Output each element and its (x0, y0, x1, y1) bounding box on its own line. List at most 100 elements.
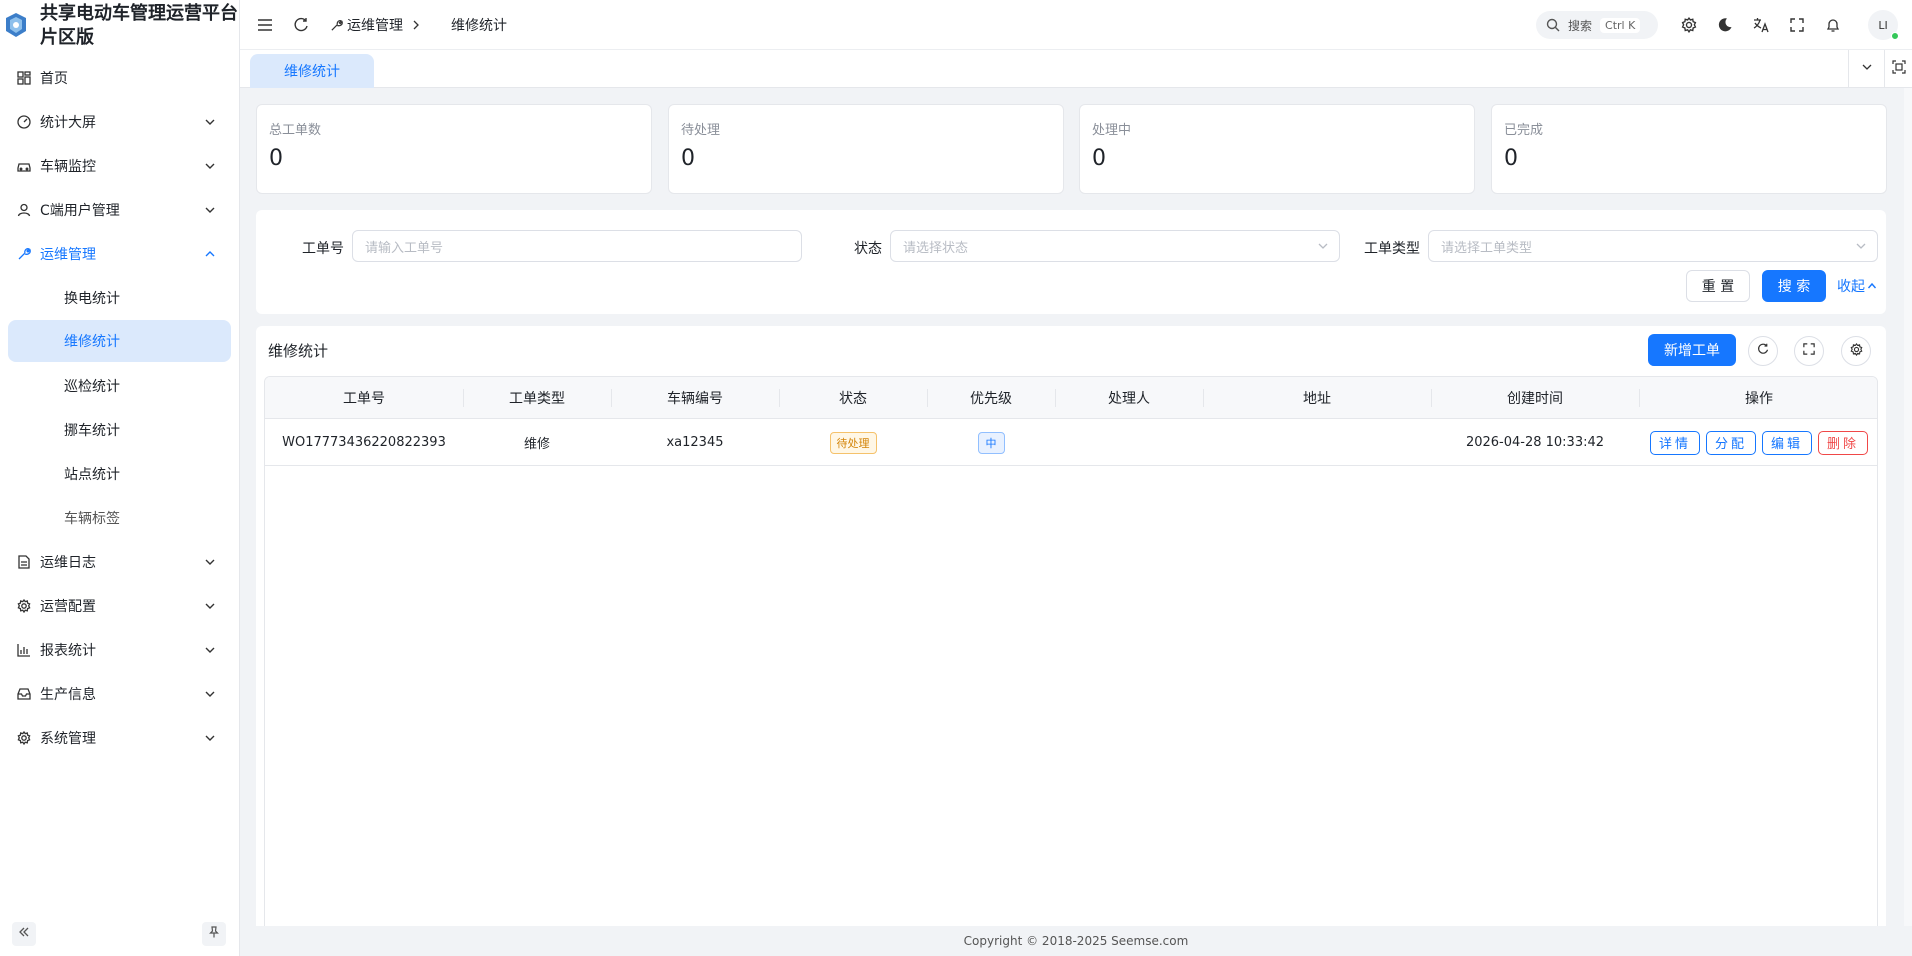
cell-order-type: 维修 (523, 437, 550, 452)
stat-value: 0 (1504, 146, 1518, 171)
stat-label: 待处理 (681, 123, 721, 138)
top-header: 运维管理 维修统计 搜索 Ctrl K LI (240, 0, 1912, 50)
cell-order-no: WO17773436220822393 (282, 435, 446, 450)
column-header: 地址 (1303, 391, 1331, 407)
column-header: 车辆编号 (667, 391, 723, 407)
sidebar-subitem-label: 站点统计 (64, 467, 120, 483)
translate-icon[interactable] (1752, 16, 1770, 34)
double-chevron-left-icon (18, 926, 30, 942)
sidebar-item-ops-log[interactable]: 运维日志 (0, 540, 239, 584)
sidebar-item-label: 运营配置 (40, 599, 96, 615)
order-type-placeholder: 请选择工单类型 (1441, 240, 1533, 256)
table-title: 维修统计 (268, 342, 329, 360)
dark-mode-icon[interactable] (1716, 16, 1734, 34)
chevron-down-icon (203, 115, 217, 129)
sidebar-item-label: 首页 (40, 71, 68, 87)
tab-dropdown-button[interactable] (1848, 50, 1884, 88)
table-fullscreen-button[interactable] (1794, 336, 1824, 366)
stat-label: 处理中 (1092, 123, 1132, 138)
chevron-down-icon (203, 203, 217, 217)
search-button[interactable]: 搜 索 (1762, 270, 1826, 302)
page-scrollbar[interactable] (1904, 88, 1912, 926)
edit-button[interactable]: 编辑 (1762, 430, 1813, 455)
sidebar-footer (0, 916, 240, 956)
column-header: 工单类型 (509, 391, 565, 407)
chevron-down-icon (203, 159, 217, 173)
order-no-placeholder: 请输入工单号 (365, 240, 444, 256)
breadcrumb-parent[interactable]: 运维管理 (347, 15, 403, 35)
stat-card-processing: 处理中 0 (1079, 104, 1475, 194)
pin-sidebar-button[interactable] (202, 922, 226, 946)
add-order-button[interactable]: 新增工单 (1648, 334, 1736, 366)
chevron-up-icon (203, 247, 217, 261)
sidebar-item-home[interactable]: 首页 (0, 56, 239, 100)
cell-status: 待处理 (779, 419, 927, 466)
detail-button[interactable]: 详情 (1649, 430, 1700, 455)
wrench-icon (330, 19, 343, 32)
order-type-select[interactable]: 请选择工单类型 (1428, 230, 1878, 262)
sidebar-subitem-battery-swap[interactable]: 换电统计 (0, 276, 239, 320)
sidebar-subitem-station[interactable]: 站点统计 (0, 452, 239, 496)
reset-button[interactable]: 重 置 (1686, 270, 1750, 302)
orders-table: 工单号 工单类型 车辆编号 状态 优先级 处理人 地址 创建时间 操作 WO17… (264, 376, 1878, 956)
sidebar-subitem-relocation[interactable]: 挪车统计 (0, 408, 239, 452)
shield-logo-icon (4, 12, 28, 38)
refresh-icon[interactable] (292, 16, 310, 34)
sidebar-item-vehicle-monitor[interactable]: 车辆监控 (0, 144, 239, 188)
status-badge: 待处理 (829, 431, 877, 454)
chevron-up-icon (1867, 281, 1877, 291)
collapse-sidebar-button[interactable] (12, 922, 36, 946)
tab-maximize-button[interactable] (1884, 50, 1912, 88)
sidebar-subitem-vehicle-tag[interactable]: 车辆标签 (0, 496, 239, 540)
fullscreen-icon[interactable] (1788, 16, 1806, 34)
breadcrumb-current: 维修统计 (451, 18, 507, 34)
delete-button[interactable]: 删除 (1818, 430, 1869, 455)
table-refresh-button[interactable] (1748, 336, 1778, 366)
sidebar-item-dashboard[interactable]: 统计大屏 (0, 100, 239, 144)
global-search[interactable]: 搜索 Ctrl K (1536, 11, 1658, 39)
menu-toggle-icon[interactable] (256, 16, 274, 34)
sidebar: 共享电动车管理运营平台 片区版 首页 统计大屏 车辆监控 C端用户管理 运维管理 (0, 0, 240, 956)
sidebar-item-label: 统计大屏 (40, 115, 96, 131)
order-no-input[interactable]: 请输入工单号 (352, 230, 802, 262)
chevron-down-icon (203, 599, 217, 613)
stat-card-pending: 待处理 0 (668, 104, 1064, 194)
sidebar-subitem-inspection[interactable]: 巡检统计 (0, 364, 239, 408)
sidebar-subitem-label: 换电统计 (64, 291, 120, 307)
stat-value: 0 (269, 146, 283, 171)
assign-button[interactable]: 分配 (1705, 430, 1756, 455)
bar-chart-icon (16, 642, 32, 658)
user-icon (16, 202, 32, 218)
column-header: 优先级 (970, 391, 1012, 407)
sidebar-item-label: 运维日志 (40, 555, 96, 571)
table-panel: 维修统计 新增工单 工单号 工单类型 车辆编号 状态 优先级 处理人 地址 创建… (256, 326, 1886, 956)
grid-icon (16, 70, 32, 86)
breadcrumb: 运维管理 维修统计 (330, 15, 507, 35)
cell-actions: 详情 分配 编辑 删除 (1639, 419, 1877, 466)
status-label: 状态 (854, 241, 882, 257)
tab-repair-stats[interactable]: 维修统计 (250, 54, 374, 88)
sidebar-item-label: 系统管理 (40, 731, 96, 747)
tab-label: 维修统计 (284, 64, 340, 80)
sidebar-item-production[interactable]: 生产信息 (0, 672, 239, 716)
sidebar-subitem-repair[interactable]: 维修统计 (8, 320, 231, 362)
column-header: 创建时间 (1507, 391, 1563, 407)
sidebar-item-system[interactable]: 系统管理 (0, 716, 239, 760)
bell-icon[interactable] (1824, 16, 1842, 34)
status-select[interactable]: 请选择状态 (890, 230, 1340, 262)
brand-title-line1: 共享电动车管理运营平台 (40, 3, 238, 24)
gauge-icon (16, 114, 32, 130)
gear-icon (16, 730, 32, 746)
sidebar-item-reports[interactable]: 报表统计 (0, 628, 239, 672)
table-settings-button[interactable] (1841, 336, 1871, 366)
sidebar-item-ops[interactable]: 运维管理 (0, 232, 239, 276)
collapse-filter-button[interactable]: 收起 (1834, 270, 1880, 302)
sidebar-item-ops-config[interactable]: 运营配置 (0, 584, 239, 628)
settings-icon[interactable] (1680, 16, 1698, 34)
stat-value: 0 (681, 146, 695, 171)
filter-panel: 工单号 请输入工单号 状态 请选择状态 工单类型 请选择工单类型 重 置 搜 索… (256, 210, 1886, 314)
table-row: WO17773436220822393 维修 xa12345 待处理 中 202… (265, 419, 1877, 466)
sidebar-item-c-user[interactable]: C端用户管理 (0, 188, 239, 232)
cell-created-at: 2026-04-28 10:33:42 (1465, 435, 1605, 450)
gear-icon (16, 598, 32, 614)
